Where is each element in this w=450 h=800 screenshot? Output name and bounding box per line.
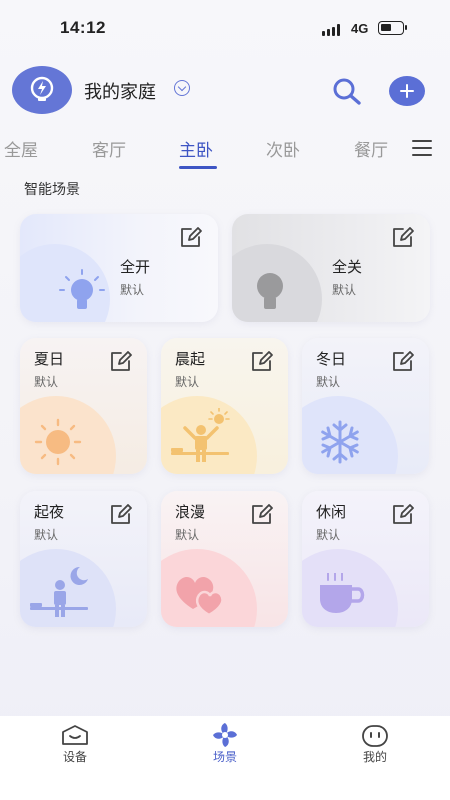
tab-living-room[interactable]: 客厅 (92, 136, 126, 161)
scene-subtitle: 默认 (120, 283, 145, 297)
battery-icon (378, 21, 407, 35)
add-button[interactable] (389, 76, 425, 106)
coffee-cup-icon (320, 573, 365, 613)
device-icon (62, 725, 88, 745)
scene-name: 休闲 (316, 503, 347, 521)
scene-card-winter[interactable]: 冬日 默认 (302, 338, 429, 474)
home-avatar[interactable] (12, 66, 72, 114)
home-name[interactable]: 我的家庭 (84, 78, 156, 104)
edit-icon[interactable] (108, 501, 134, 527)
scene-subtitle: 默认 (316, 528, 341, 542)
status-bar: 14:12 4G (0, 0, 450, 56)
header: 我的家庭 (0, 60, 450, 124)
scene-card-all-on[interactable]: 全开 默认 (20, 214, 218, 322)
snowflake-icon (321, 420, 359, 464)
scene-name: 全开 (120, 258, 151, 276)
scene-name: 冬日 (316, 350, 347, 368)
search-button[interactable] (330, 76, 364, 106)
edit-icon[interactable] (390, 348, 416, 374)
scene-subtitle: 默认 (332, 283, 357, 297)
nav-scenes[interactable]: 场景 (175, 716, 275, 776)
hearts-icon (176, 576, 224, 617)
scene-subtitle: 默认 (34, 375, 59, 389)
tab-all[interactable]: 全屋 (4, 136, 38, 161)
scene-card-leisure[interactable]: 休闲 默认 (302, 491, 429, 627)
lightning-bulb-icon (30, 76, 54, 101)
nav-label: 场景 (212, 750, 237, 764)
bulb-off-icon (257, 273, 283, 309)
edit-icon[interactable] (249, 501, 275, 527)
network-type: 4G (351, 21, 369, 36)
signal-icon (322, 24, 344, 36)
scene-name: 起夜 (34, 503, 65, 521)
chevron-down-icon[interactable] (174, 80, 190, 96)
scene-subtitle: 默认 (316, 375, 341, 389)
nav-devices[interactable]: 设备 (25, 716, 125, 776)
scene-subtitle: 默认 (175, 528, 200, 542)
bottom-nav: 设备 场景 我的 (0, 716, 450, 800)
scene-subtitle: 默认 (34, 528, 59, 542)
edit-icon[interactable] (390, 224, 416, 250)
nav-profile[interactable]: 我的 (325, 716, 425, 776)
tab-second-bedroom[interactable]: 次卧 (266, 136, 300, 161)
scene-subtitle: 默认 (175, 375, 200, 389)
night-moon-icon (30, 566, 88, 617)
scene-name: 全关 (332, 258, 363, 276)
profile-icon (362, 725, 388, 747)
section-title: 智能场景 (24, 182, 80, 198)
edit-icon[interactable] (249, 348, 275, 374)
edit-icon[interactable] (390, 501, 416, 527)
bulb-on-icon (59, 269, 105, 309)
scene-card-night[interactable]: 起夜 默认 (20, 491, 147, 627)
morning-stretch-icon (171, 408, 230, 462)
scene-card-summer[interactable]: 夏日 默认 (20, 338, 147, 474)
sun-icon (34, 418, 82, 466)
scene-pinwheel-icon (213, 723, 237, 747)
active-tab-indicator (179, 166, 217, 169)
tab-master-bedroom[interactable]: 主卧 (179, 136, 213, 161)
menu-icon[interactable] (412, 140, 434, 156)
tab-dining-room[interactable]: 餐厅 (354, 136, 388, 161)
nav-label: 我的 (362, 750, 387, 764)
scene-card-romantic[interactable]: 浪漫 默认 (161, 491, 288, 627)
edit-icon[interactable] (108, 348, 134, 374)
scene-name: 浪漫 (175, 503, 206, 521)
edit-icon[interactable] (178, 224, 204, 250)
room-tabs: 全屋 客厅 主卧 次卧 餐厅 (0, 132, 450, 172)
scene-name: 夏日 (34, 350, 65, 368)
status-time: 14:12 (60, 18, 106, 37)
search-icon (333, 78, 361, 105)
scene-card-morning[interactable]: 晨起 默认 (161, 338, 288, 474)
scene-name: 晨起 (175, 350, 206, 368)
nav-label: 设备 (62, 750, 87, 764)
scene-card-all-off[interactable]: 全关 默认 (232, 214, 430, 322)
